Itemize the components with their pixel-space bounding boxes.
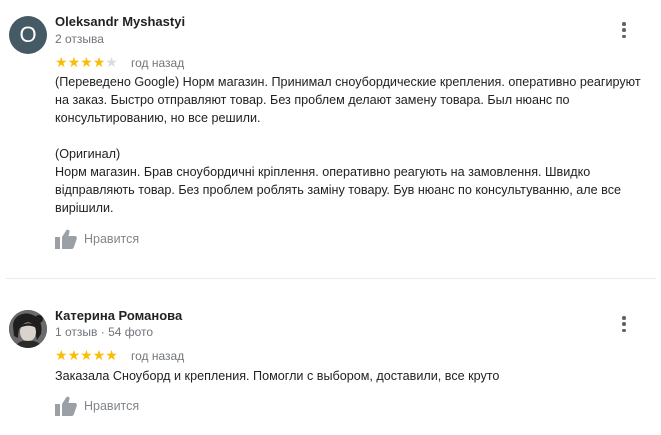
review-text-translated: (Переведено Google) Норм магазин. Приним… <box>55 75 641 125</box>
review-text: Заказала Сноуборд и крепления. Помогли с… <box>55 369 500 383</box>
more-options-button[interactable] <box>618 314 630 334</box>
thumbs-up-icon <box>55 396 77 416</box>
like-button[interactable]: Нравится <box>55 229 139 249</box>
more-vert-icon <box>622 22 626 26</box>
reviewer-name[interactable]: Oleksandr Myshastyi <box>55 14 185 29</box>
star-filled-icon: ★ <box>55 347 68 363</box>
reviewer-meta: 1 отзыв · 54 фото <box>55 325 154 339</box>
original-label: (Оригинал) <box>55 147 121 161</box>
review-card: O Oleksandr Myshastyi 2 отзыва ★★★★★ год… <box>0 0 661 278</box>
avatar[interactable]: O <box>9 16 47 54</box>
reviewer-name[interactable]: Катерина Романова <box>55 308 182 323</box>
more-vert-icon <box>622 316 626 320</box>
star-filled-icon: ★ <box>80 54 93 70</box>
avatar[interactable] <box>9 310 47 348</box>
like-label: Нравится <box>84 232 140 246</box>
more-options-button[interactable] <box>618 20 630 40</box>
like-label: Нравится <box>84 399 140 413</box>
review-date: год назад <box>131 56 185 70</box>
star-filled-icon: ★ <box>67 347 81 363</box>
review-card: Катерина Романова 1 отзыв · 54 фото ★★★★… <box>0 279 661 435</box>
star-empty-icon: ★ <box>105 54 118 70</box>
star-rating: ★★★★★ <box>55 55 118 69</box>
star-filled-icon: ★ <box>80 347 93 363</box>
like-button[interactable]: Нравится <box>55 396 139 416</box>
star-filled-icon: ★ <box>67 54 81 70</box>
star-filled-icon: ★ <box>55 54 68 70</box>
profile-photo-icon <box>9 310 47 348</box>
review-date: год назад <box>131 349 185 363</box>
avatar-letter: O <box>19 22 37 47</box>
star-filled-icon: ★ <box>92 347 106 363</box>
thumbs-up-icon <box>55 229 77 249</box>
star-filled-icon: ★ <box>105 347 118 363</box>
review-text-original: Норм магазин. Брав сноубордичні кріпленн… <box>55 165 622 215</box>
star-rating: ★★★★★ <box>55 348 118 362</box>
reviewer-meta: 2 отзыва <box>55 32 104 46</box>
star-filled-icon: ★ <box>92 54 106 70</box>
